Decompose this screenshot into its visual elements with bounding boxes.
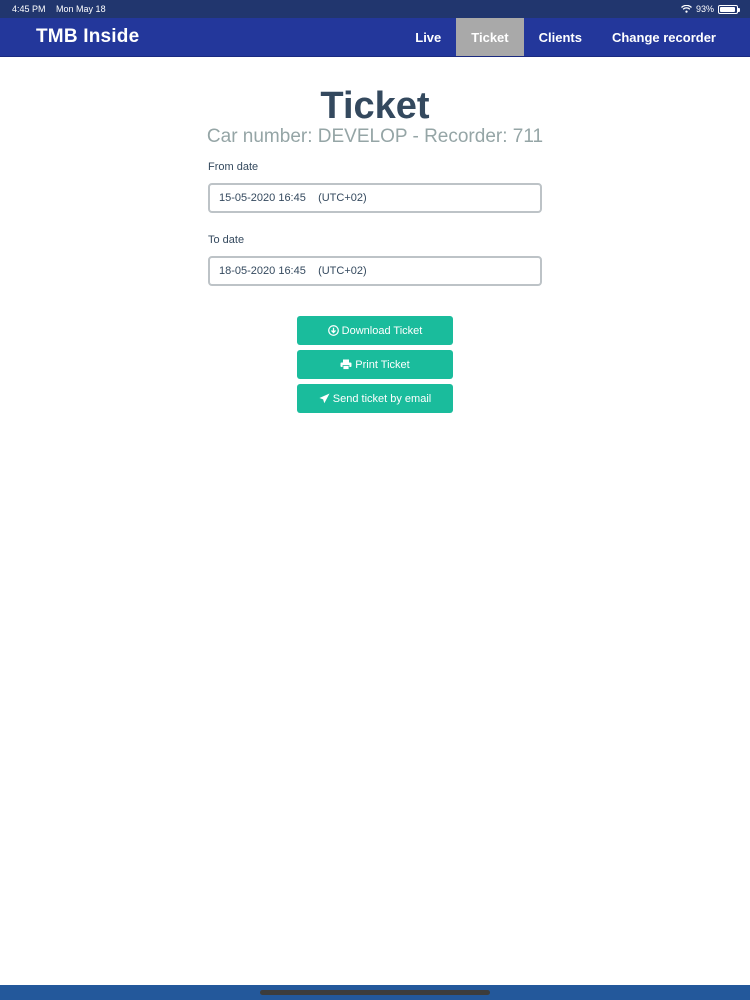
paper-plane-icon xyxy=(319,393,330,404)
status-time: 4:45 PM xyxy=(12,4,46,14)
status-date: Mon May 18 xyxy=(56,4,106,14)
nav-links: Live Ticket Clients Change recorder xyxy=(400,18,750,56)
top-navbar: TMB Inside Live Ticket Clients Change re… xyxy=(0,18,750,57)
to-date-label: To date xyxy=(208,234,245,246)
printer-icon xyxy=(340,359,352,370)
nav-item-ticket[interactable]: Ticket xyxy=(456,18,524,56)
from-date-group: From date xyxy=(208,161,542,213)
nav-item-change-recorder[interactable]: Change recorder xyxy=(597,18,731,56)
battery-fill xyxy=(720,6,735,12)
status-left: 4:45 PM Mon May 18 xyxy=(12,4,114,14)
download-ticket-label: Download Ticket xyxy=(341,324,423,337)
bottom-bar xyxy=(0,985,750,1000)
ticket-actions: Download Ticket Print Ticket Send ticket… xyxy=(297,316,453,413)
send-email-button[interactable]: Send ticket by email xyxy=(297,384,453,413)
from-date-label: From date xyxy=(208,161,259,173)
battery-icon xyxy=(718,4,740,14)
brand-title[interactable]: TMB Inside xyxy=(0,26,139,48)
status-bar: 4:45 PM Mon May 18 93% xyxy=(0,0,750,18)
print-ticket-label: Print Ticket xyxy=(355,358,410,371)
page-title: Ticket xyxy=(320,85,430,127)
battery-percent: 93% xyxy=(695,4,714,14)
main-content: Ticket Car number: DEVELOP - Recorder: 7… xyxy=(0,57,750,413)
wifi-icon xyxy=(681,5,692,13)
download-circle-icon xyxy=(327,325,339,336)
to-date-input[interactable] xyxy=(208,256,542,286)
home-indicator[interactable] xyxy=(260,990,490,995)
to-date-group: To date xyxy=(208,234,542,286)
page-subtitle: Car number: DEVELOP - Recorder: 711 xyxy=(206,126,544,147)
nav-item-clients[interactable]: Clients xyxy=(524,18,597,56)
send-email-label: Send ticket by email xyxy=(332,392,432,405)
print-ticket-button[interactable]: Print Ticket xyxy=(297,350,453,379)
ticket-form: From date To date Download Ticket xyxy=(208,161,542,413)
download-ticket-button[interactable]: Download Ticket xyxy=(297,316,453,345)
status-right: 93% xyxy=(681,4,740,14)
nav-item-live[interactable]: Live xyxy=(400,18,456,56)
from-date-input[interactable] xyxy=(208,183,542,213)
